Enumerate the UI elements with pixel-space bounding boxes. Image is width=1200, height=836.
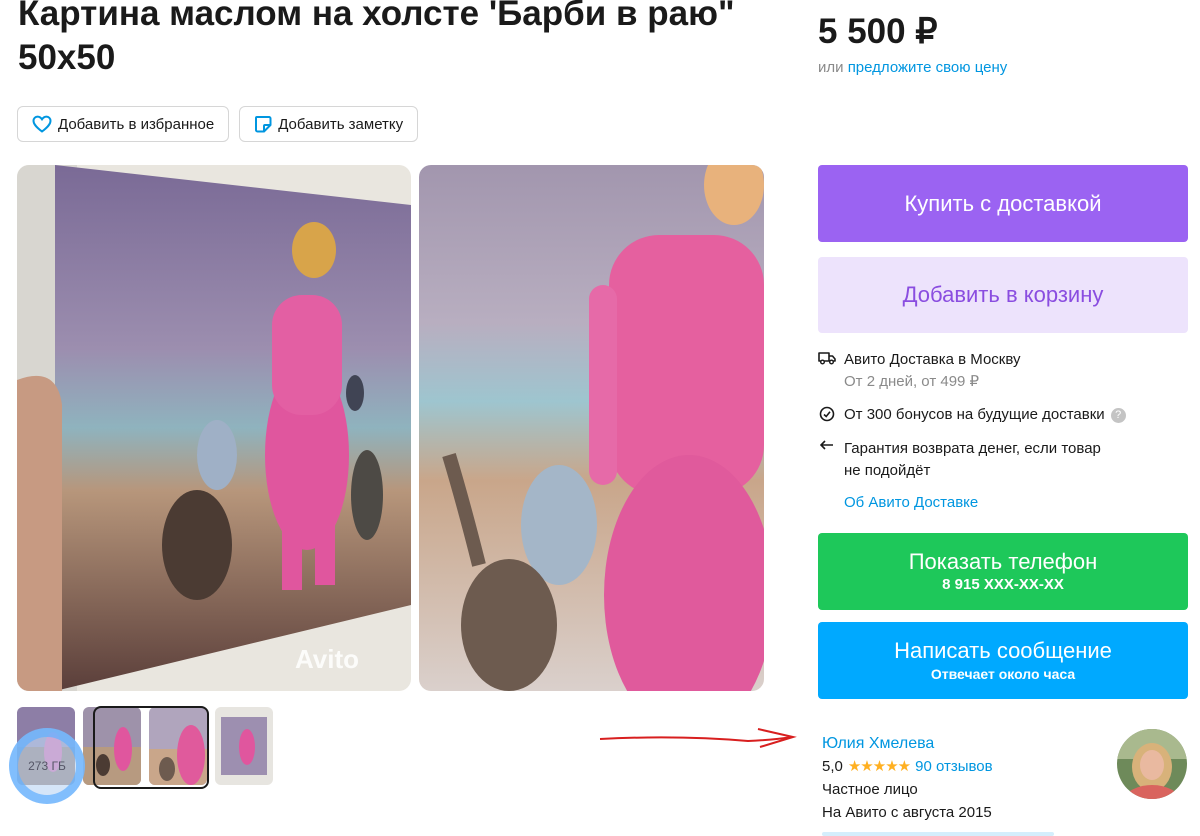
add-note-button[interactable]: Добавить заметку [239,106,419,142]
guarantee-line-1: Гарантия возврата денег, если товар [844,440,1101,457]
buy-with-delivery-label: Купить с доставкой [904,190,1102,216]
reviews-link[interactable]: 90 отзывов [915,755,993,778]
offer-prefix: или [818,59,844,76]
return-arrow-icon [818,438,836,452]
rating-value: 5,0 [822,758,843,775]
add-to-favorites-button[interactable]: Добавить в избранное [17,106,230,142]
price: 5 500 ₽ [818,12,938,51]
painting-photo-closeup [419,165,764,691]
truck-icon [818,349,836,365]
painting-photo-angled [17,165,411,691]
add-note-label: Добавить заметку [278,115,404,133]
bonus-text: От 300 бонусов на будущие доставки [844,406,1105,423]
write-message-button[interactable]: Написать сообщение Отвечает около часа [818,622,1188,699]
phone-number: 8 915 XXX-XX-XX [942,575,1064,593]
bottom-divider [822,832,1054,836]
show-phone-label: Показать телефон [908,548,1098,574]
thumbnail-4[interactable] [215,707,273,785]
add-to-favorites-label: Добавить в избранное [58,115,215,133]
delivery-terms: От 2 дней, от 499 ₽ [844,373,980,390]
listing-title: Картина маслом на холсте 'Барби в раю" 5… [18,0,735,77]
selected-thumbnail-frame [93,706,209,789]
seller-since: На Авито с августа 2015 [822,804,992,821]
avito-watermark: Avito [295,644,360,674]
bonus-icon [818,404,836,422]
help-icon[interactable]: ? [1110,408,1126,423]
bonus-info: От 300 бонусов на будущие доставки? [818,404,1126,426]
write-message-label: Написать сообщение [894,637,1112,663]
price-offer: или предложите свою цену [818,59,1007,76]
heart-icon [32,115,52,133]
listing-actions: Добавить в избранное Добавить заметку [17,106,419,142]
note-icon [254,115,272,133]
seller-rating: 5,0 ★★★★★ 90 отзывов [822,755,993,778]
about-delivery-link[interactable]: Об Авито Доставке [844,494,978,511]
guarantee-info: Гарантия возврата денег, если товар не п… [818,438,1101,482]
second-photo[interactable] [419,165,764,691]
seller-name[interactable]: Юлия Хмелева [822,732,993,755]
rating-stars: ★★★★★ [847,758,911,775]
suggest-price-link[interactable]: предложите свою цену [848,59,1008,76]
guarantee-line-2: не подойдёт [844,462,931,479]
seller-card: Юлия Хмелева 5,0 ★★★★★ 90 отзывов Частно… [822,732,993,824]
red-arrow-annotation [599,728,797,748]
delivery-info: Авито Доставка в Москву От 2 дней, от 49… [818,349,1021,393]
show-phone-button[interactable]: Показать телефон 8 915 XXX-XX-XX [818,533,1188,610]
buy-with-delivery-button[interactable]: Купить с доставкой [818,165,1188,242]
reply-time: Отвечает около часа [930,665,1076,682]
storage-badge-label: 273 ГБ [28,759,66,773]
add-to-cart-label: Добавить в корзину [902,282,1104,307]
seller-avatar[interactable] [1117,729,1187,799]
add-to-cart-button[interactable]: Добавить в корзину [818,257,1188,333]
delivery-city: Авито Доставка в Москву [844,351,1021,368]
seller-type: Частное лицо [822,781,918,798]
main-photo[interactable] [17,165,411,691]
storage-badge: 273 ГБ [9,728,85,804]
